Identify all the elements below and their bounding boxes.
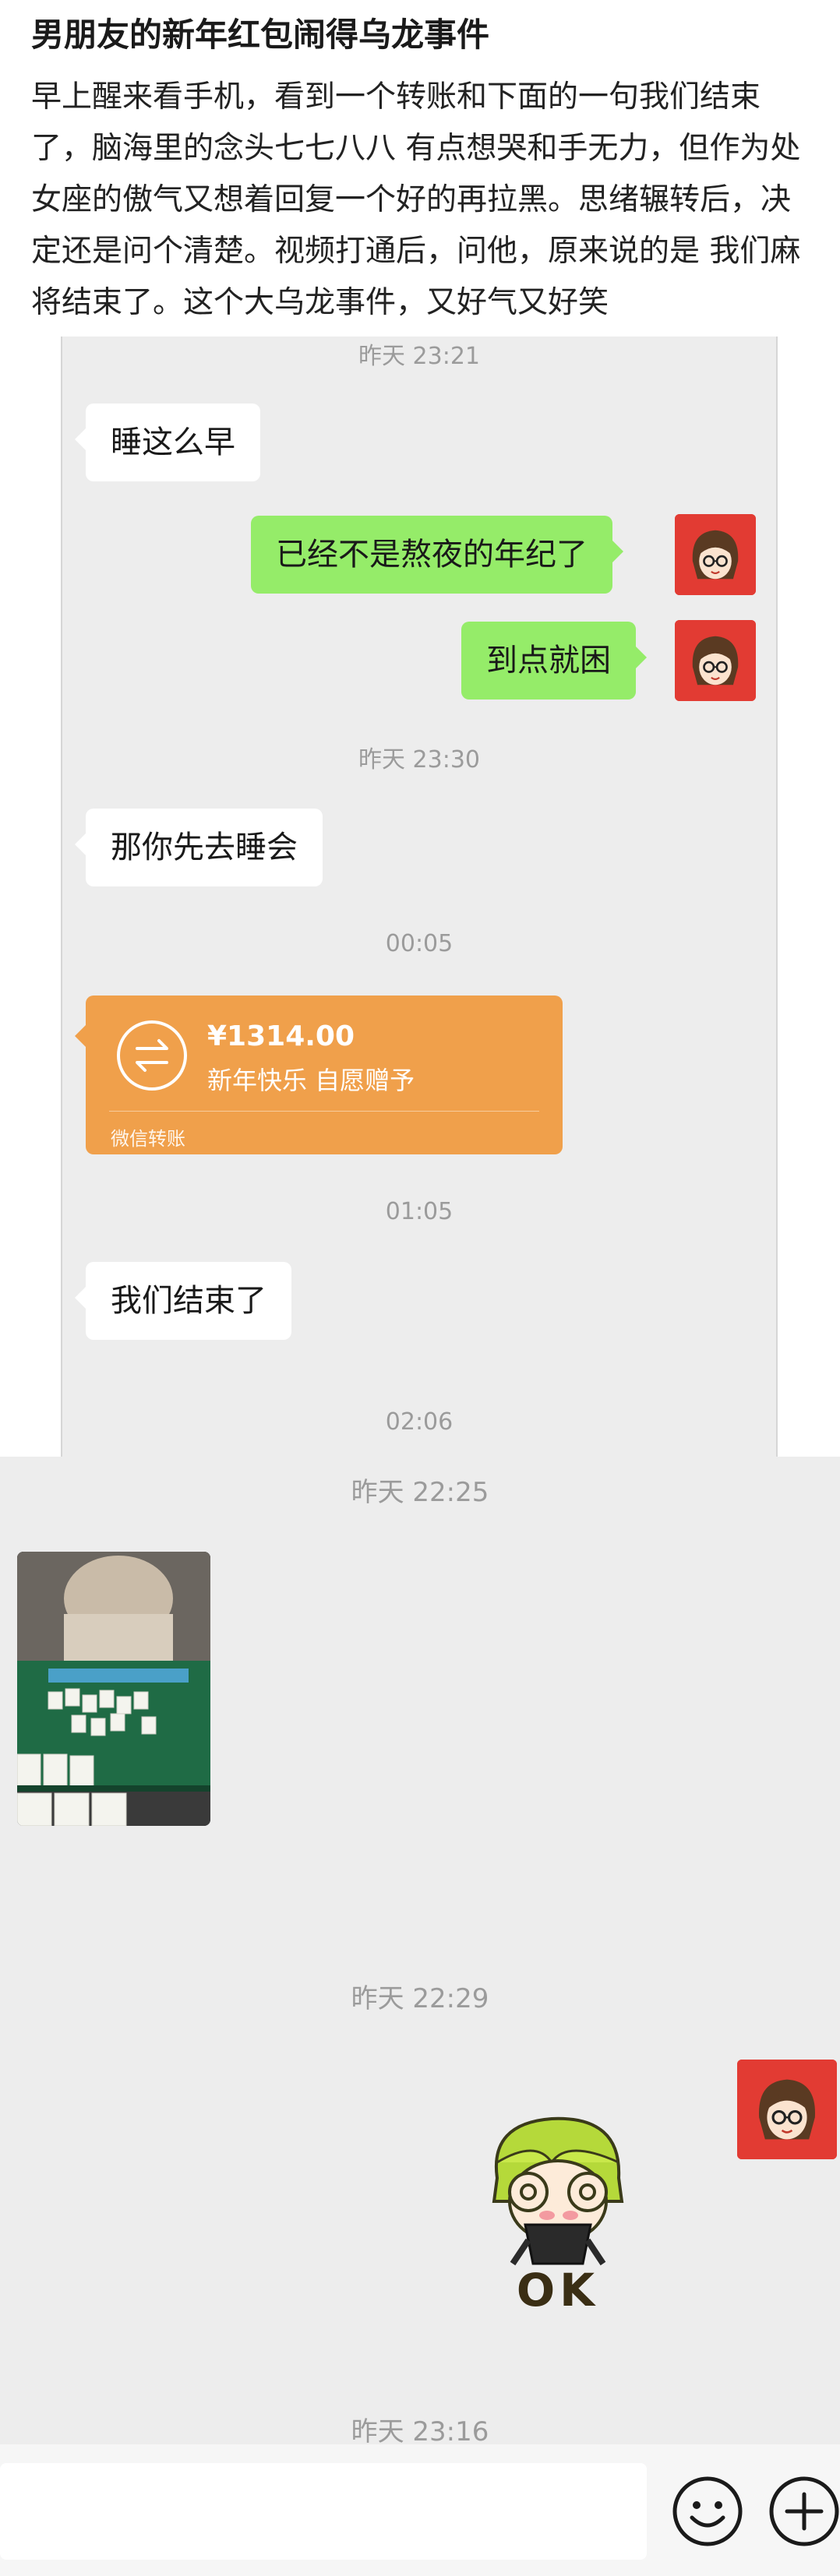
message-incoming[interactable]: 那你先去睡会 xyxy=(75,809,323,886)
avatar[interactable] xyxy=(737,2060,837,2159)
avatar-icon xyxy=(675,620,756,701)
transfer-icon xyxy=(115,1019,189,1092)
add-icon xyxy=(769,2476,839,2546)
message-input[interactable] xyxy=(0,2463,647,2560)
mahjong-photo-image xyxy=(17,1552,210,1826)
timestamp: 昨天 22:25 xyxy=(351,1477,489,1508)
timestamp: 02:06 xyxy=(385,1408,454,1436)
post-body: 早上醒来看手机，看到一个转账和下面的一句我们结束了，脑海里的念头七七八八 有点想… xyxy=(31,79,801,320)
timestamp: 昨天 23:16 xyxy=(351,2416,489,2447)
chat-screenshot-1: 昨天 23:21 睡这么早 已经不是熬夜的年纪了 到点就困 昨天 23:30 那… xyxy=(61,337,778,1457)
avatar[interactable] xyxy=(675,514,756,595)
timestamp: 昨天 23:21 xyxy=(358,343,480,370)
timestamp: 00:05 xyxy=(385,930,454,957)
transfer-card[interactable]: ¥1314.00 新年快乐 自愿赠予 微信转账 xyxy=(75,996,563,1154)
avatar-icon xyxy=(737,2060,837,2159)
sticker-text: OK xyxy=(516,2264,600,2317)
message-incoming[interactable]: 我们结束了 xyxy=(75,1262,291,1340)
divider xyxy=(109,1111,539,1112)
transfer-note: 新年快乐 自愿赠予 xyxy=(207,1066,415,1095)
message-input-field[interactable] xyxy=(0,2463,647,2560)
message-outgoing[interactable]: 已经不是熬夜的年纪了 xyxy=(251,516,623,594)
add-button[interactable] xyxy=(767,2474,840,2549)
avatar-icon xyxy=(675,514,756,595)
mahjong-photo[interactable] xyxy=(17,1552,210,1826)
transfer-brand: 微信转账 xyxy=(111,1128,185,1150)
emoji-button[interactable] xyxy=(670,2474,745,2549)
chat-input-bar xyxy=(0,2444,840,2576)
avatar[interactable] xyxy=(675,620,756,701)
emoji-icon xyxy=(672,2476,743,2546)
timestamp: 昨天 23:30 xyxy=(358,746,480,774)
message-incoming[interactable]: 睡这么早 xyxy=(75,403,260,481)
transfer-amount: ¥1314.00 xyxy=(207,1020,355,1052)
post-title: 男朋友的新年红包闹得乌龙事件 xyxy=(31,16,490,54)
timestamp: 01:05 xyxy=(385,1198,454,1225)
timestamp: 昨天 22:29 xyxy=(351,1983,489,2014)
ok-sticker[interactable]: OK xyxy=(466,2108,647,2318)
chat-screenshot-2: 昨天 22:25 昨天 22:29 OK 昨天 23:16 xyxy=(0,1457,840,2576)
message-outgoing[interactable]: 到点就困 xyxy=(461,622,647,700)
